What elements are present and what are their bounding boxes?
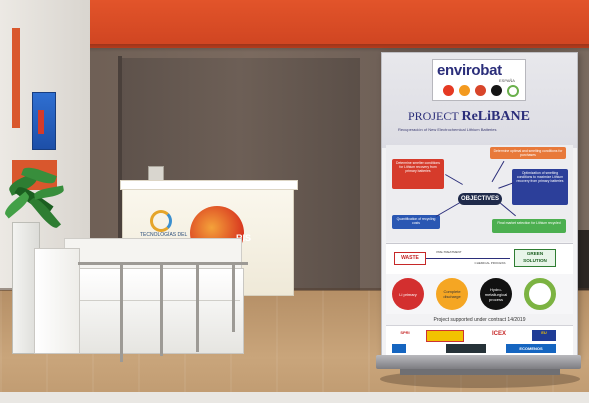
objectives-hub: OBJECTIVES (458, 193, 502, 205)
chrome-leg (232, 262, 235, 332)
circle-hydrometallurgy: Hydro-metallurgical process (480, 278, 512, 310)
title-project-name: ReLiBANE (461, 109, 530, 124)
chrome-leg (160, 262, 163, 356)
social-icons-strip (446, 344, 486, 353)
eu-flag-icon: EU (532, 330, 556, 341)
flow-step-1: PRE-TREATMENT (436, 250, 462, 254)
banner-header: envirobat ESPAÑA PROJECT ReLiBANE Recupe… (382, 53, 577, 148)
sponsor-logos: SPRI ICEX EU ECOMENOS (386, 325, 573, 356)
title-prefix: PROJECT (408, 109, 459, 123)
banner-title: PROJECT ReLiBANE (408, 109, 530, 125)
goal-box-bottom-right: Final market selection for Lithium recyc… (492, 219, 566, 233)
goal-box-right: Optimization of smelting conditions to m… (512, 169, 568, 205)
sponsor-logo: ECOMENOS (506, 344, 556, 353)
ceiling-shadow (60, 44, 589, 52)
process-circles: Li primary Complete discharge Hydro-meta… (386, 274, 573, 314)
arrow-line (491, 160, 505, 183)
green-solution-box: GREEN SOLUTION (514, 249, 556, 267)
waste-box: WASTE (394, 252, 426, 265)
banner-subtitle: Recuperación of New Electrochemical Lith… (398, 127, 497, 132)
blue-wall-poster (32, 92, 56, 150)
goal-box-left: Determine smelter conditions for Lithium… (392, 159, 444, 189)
brand-sub: ESPAÑA (499, 78, 515, 83)
banner-base (376, 355, 581, 369)
flow-arrow (426, 258, 510, 259)
flow-step-2: CHEMICAL PROCESS (474, 261, 506, 265)
sponsor-logo: ICEX (491, 331, 506, 337)
green-ring-icon (507, 85, 519, 97)
chrome-leg (196, 262, 199, 352)
brand-name: envirobat (437, 62, 502, 79)
process-flow: WASTE PRE-TREATMENT CHEMICAL PROCESS GRE… (386, 243, 573, 275)
chrome-rail (78, 262, 248, 265)
sofa-arm (34, 248, 80, 354)
black-battery-dot-icon (491, 85, 502, 96)
arrow-line (445, 174, 463, 185)
orange-battery-dot-icon (459, 85, 470, 96)
red-battery-dot-icon (443, 85, 454, 96)
platform-edge (0, 392, 589, 403)
arrow-line (435, 202, 461, 217)
desk-logo-icon (150, 210, 172, 232)
chrome-leg (120, 262, 123, 362)
circle-li-primary: Li primary (392, 278, 424, 310)
social-icon (392, 344, 406, 353)
goal-box-top: Determine optimal and smelting condition… (490, 147, 566, 159)
poster-accent (38, 110, 44, 134)
envirobat-logo: envirobat ESPAÑA (432, 59, 526, 101)
orange-wall-strip (12, 28, 20, 128)
goal-box-bottom-left: Quantification of recycling costs (392, 215, 440, 229)
sponsor-logo: SPRI (400, 330, 410, 335)
rollup-banner: envirobat ESPAÑA PROJECT ReLiBANE Recupe… (381, 52, 578, 359)
orange-ceiling-band (60, 0, 589, 48)
desk-top (120, 180, 298, 190)
objectives-diagram: Determine optimal and smelting condition… (386, 145, 573, 242)
green-leaf-circle-icon (524, 278, 556, 310)
sponsor-logo-spain (426, 330, 464, 342)
circle-discharge: Complete discharge (436, 278, 468, 310)
booth-photo: TECNOLOGÍAS DEL COMBUSTIBLE RIS enviroba… (0, 0, 589, 403)
red-battery-dot-icon (475, 85, 486, 96)
contract-note: Project supported under contract 14/2019 (433, 317, 526, 323)
